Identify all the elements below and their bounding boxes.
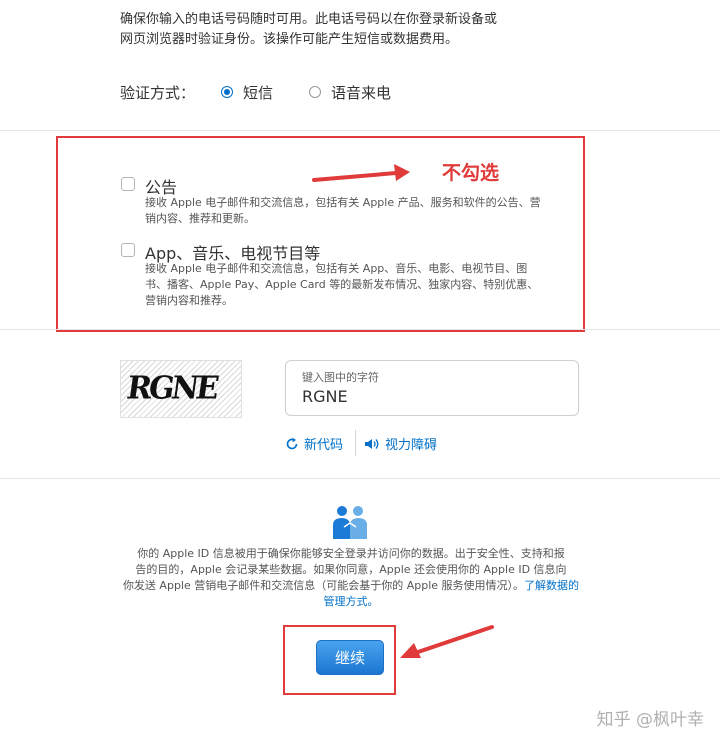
privacy-line-text: 你发送 Apple 营销电子邮件和交流信息（可能会基于你的 Apple 服务使用… — [122, 579, 525, 592]
new-code-label[interactable]: 新代码 — [304, 434, 343, 453]
announcements-checkbox[interactable] — [121, 177, 135, 191]
app-music-tv-checkbox[interactable] — [121, 243, 135, 257]
vision-impaired-label[interactable]: 视力障碍 — [385, 434, 437, 453]
description-line: 营销内容和推荐。 — [145, 294, 233, 307]
voice-call-label[interactable]: 语音来电 — [331, 82, 391, 103]
section-divider — [0, 130, 720, 131]
privacy-line: 告的目的，Apple 会记录某些数据。如果你同意，Apple 还会使用你的 Ap… — [135, 563, 567, 576]
annotation-arrow-icon — [400, 625, 494, 658]
captcha-field[interactable]: 键入图中的字符 — [285, 360, 579, 416]
vision-impaired-link[interactable]: 视力障碍 — [364, 434, 437, 453]
captcha-image: RGNE — [120, 360, 242, 418]
description-line: 接收 Apple 电子邮件和交流信息，包括有关 App、音乐、电影、电视节目、图 — [145, 262, 528, 275]
phone-notice-line: 确保你输入的电话号码随时可用。此电话号码以在你登录新设备或 — [120, 12, 498, 27]
refresh-icon — [286, 437, 298, 449]
captcha-image-text: RGNE — [124, 370, 219, 407]
voice-call-radio[interactable] — [309, 86, 322, 98]
annotation-arrow-icon — [312, 164, 410, 182]
annotation-label: 不勾选 — [442, 162, 500, 184]
link-separator — [355, 430, 356, 456]
sms-label[interactable]: 短信 — [243, 82, 273, 103]
new-code-link[interactable]: 新代码 — [285, 434, 343, 453]
phone-notice-line: 网页浏览器时验证身份。该操作可能产生短信或数据费用。 — [120, 32, 459, 47]
privacy-line: 你发送 Apple 营销电子邮件和交流信息（可能会基于你的 Apple 服务使用… — [118, 578, 584, 610]
app-music-tv-description: 接收 Apple 电子邮件和交流信息，包括有关 App、音乐、电影、电视节目、图… — [145, 261, 585, 309]
speaker-icon — [365, 438, 379, 449]
handshake-people-icon — [333, 506, 367, 539]
phone-notice: 确保你输入的电话号码随时可用。此电话号码以在你登录新设备或 网页浏览器时验证身份… — [120, 10, 590, 50]
continue-button[interactable]: 继续 — [316, 640, 384, 675]
privacy-line: 你的 Apple ID 信息被用于确保你能够安全登录并访问你的数据。出于安全性、… — [137, 547, 565, 560]
section-divider — [0, 478, 720, 479]
announcements-description: 接收 Apple 电子邮件和交流信息，包括有关 Apple 产品、服务和软件的公… — [145, 195, 585, 227]
privacy-notice: 你的 Apple ID 信息被用于确保你能够安全登录并访问你的数据。出于安全性、… — [118, 546, 584, 610]
verification-method: 验证方式： 短信 语音来电 — [120, 80, 391, 104]
verification-label: 验证方式： — [120, 83, 196, 102]
watermark: 知乎 @枫叶幸 — [596, 710, 704, 730]
captcha-field-label: 键入图中的字符 — [302, 371, 379, 384]
sms-radio[interactable] — [221, 86, 234, 98]
description-line: 销内容、推荐和更新。 — [145, 212, 255, 225]
description-line: 接收 Apple 电子邮件和交流信息，包括有关 Apple 产品、服务和软件的公… — [145, 196, 541, 209]
description-line: 书、播客、Apple Pay、Apple Card 等的最新发布情况、独家内容、… — [145, 278, 539, 291]
section-divider — [0, 329, 720, 330]
captcha-input[interactable] — [302, 387, 552, 406]
